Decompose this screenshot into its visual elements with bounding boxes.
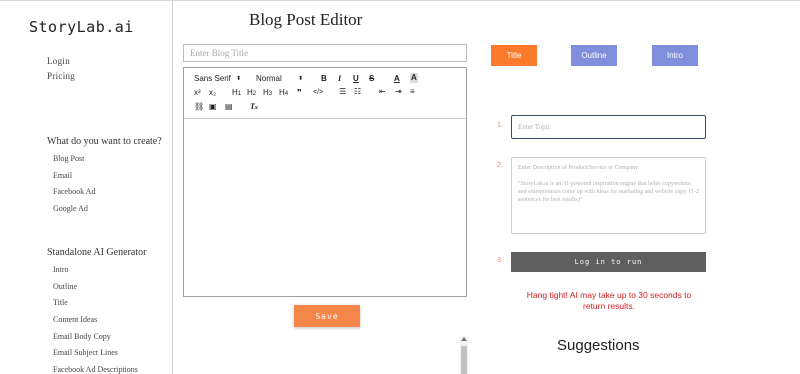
sidebar-item-email-subject-lines[interactable]: Email Subject Lines xyxy=(53,348,118,357)
step-1-label: 1. xyxy=(497,122,503,129)
font-size-select[interactable]: Normal xyxy=(256,74,282,84)
editor-content-area[interactable] xyxy=(184,120,466,296)
background-color-icon[interactable]: A xyxy=(410,73,418,83)
scroll-up-icon[interactable] xyxy=(461,337,467,341)
indent-icon[interactable]: ⇥ xyxy=(395,87,402,97)
sidebar-item-facebook-ad-descriptions[interactable]: Facebook Ad Descriptions xyxy=(53,365,138,374)
description-example: "StoryLab.ai is an AI-powered inspiratio… xyxy=(518,181,699,203)
description-placeholder: Enter Description of Product/Service or … xyxy=(518,165,640,171)
heading-2-icon[interactable]: H2 xyxy=(247,88,256,99)
sidebar-item-title[interactable]: Title xyxy=(53,298,68,307)
login-link[interactable]: Login xyxy=(47,56,70,66)
sidebar-item-email[interactable]: Email xyxy=(53,171,72,180)
image-icon[interactable]: ▣ xyxy=(209,102,217,112)
sidebar-item-intro[interactable]: Intro xyxy=(53,265,69,274)
link-icon[interactable]: ⛓ xyxy=(194,102,204,112)
step-3-label: 3. xyxy=(497,257,503,264)
strike-icon[interactable]: S xyxy=(369,74,374,84)
standalone-heading: Standalone AI Generator xyxy=(47,247,147,258)
tab-intro[interactable]: Intro xyxy=(652,45,698,66)
sidebar-item-blog-post[interactable]: Blog Post xyxy=(53,154,84,163)
font-family-chevron-icon: ⬍ xyxy=(236,76,242,82)
sidebar-item-outline[interactable]: Outline xyxy=(53,282,77,291)
font-size-chevron-icon: ⬍ xyxy=(298,76,304,82)
sidebar-item-google-ad[interactable]: Google Ad xyxy=(53,204,88,213)
heading-4-icon[interactable]: H4 xyxy=(279,88,288,99)
tab-outline[interactable]: Outline xyxy=(571,45,617,66)
rich-text-editor: Sans Serif ⬍ Normal ⬍ B I U S A A x² x₂ … xyxy=(183,67,467,297)
italic-icon[interactable]: I xyxy=(338,74,341,84)
description-textarea[interactable]: Enter Description of Product/Service or … xyxy=(511,157,706,234)
heading-1-icon[interactable]: H1 xyxy=(232,88,241,99)
outdent-icon[interactable]: ⇤ xyxy=(379,87,386,97)
clear-format-icon[interactable]: Tx xyxy=(250,102,258,113)
save-button[interactable]: Save xyxy=(294,305,360,327)
bullet-list-icon[interactable]: ☷ xyxy=(354,87,361,97)
pricing-link[interactable]: Pricing xyxy=(47,71,75,81)
ordered-list-icon[interactable]: ☰ xyxy=(339,87,346,97)
editor-toolbar: Sans Serif ⬍ Normal ⬍ B I U S A A x² x₂ … xyxy=(184,68,466,119)
wait-notice: Hang tight! AI may take up to 30 seconds… xyxy=(526,290,692,311)
blockquote-icon[interactable]: ❞ xyxy=(297,88,302,98)
blog-title-input[interactable] xyxy=(183,44,467,62)
video-icon[interactable]: ▤ xyxy=(225,102,233,112)
heading-3-icon[interactable]: H3 xyxy=(263,88,272,99)
subscript-icon[interactable]: x₂ xyxy=(209,88,216,98)
scrollbar-thumb[interactable] xyxy=(461,346,467,374)
topic-input[interactable] xyxy=(511,115,706,139)
sidebar: StoryLab.ai Login Pricing What do you wa… xyxy=(0,0,173,374)
sidebar-item-content-ideas[interactable]: Content Ideas xyxy=(53,315,97,324)
sidebar-item-email-body-copy[interactable]: Email Body Copy xyxy=(53,332,111,341)
sidebar-item-facebook-ad[interactable]: Facebook Ad xyxy=(53,187,95,196)
bold-icon[interactable]: B xyxy=(321,74,327,84)
page-title: Blog Post Editor xyxy=(249,10,363,29)
superscript-icon[interactable]: x² xyxy=(194,88,201,98)
align-icon[interactable]: ≡ xyxy=(410,87,415,97)
text-color-icon[interactable]: A xyxy=(394,74,400,84)
font-family-select[interactable]: Sans Serif xyxy=(194,74,231,84)
step-2-label: 2. xyxy=(497,162,503,169)
login-to-run-button[interactable]: Log in to run xyxy=(511,252,706,272)
tab-title[interactable]: Title xyxy=(491,45,537,66)
code-icon[interactable]: </> xyxy=(313,88,323,98)
suggestions-heading: Suggestions xyxy=(557,337,640,354)
app-logo[interactable]: StoryLab.ai xyxy=(29,18,134,36)
underline-icon[interactable]: U xyxy=(353,74,359,84)
create-heading: What do you want to create? xyxy=(47,136,162,147)
